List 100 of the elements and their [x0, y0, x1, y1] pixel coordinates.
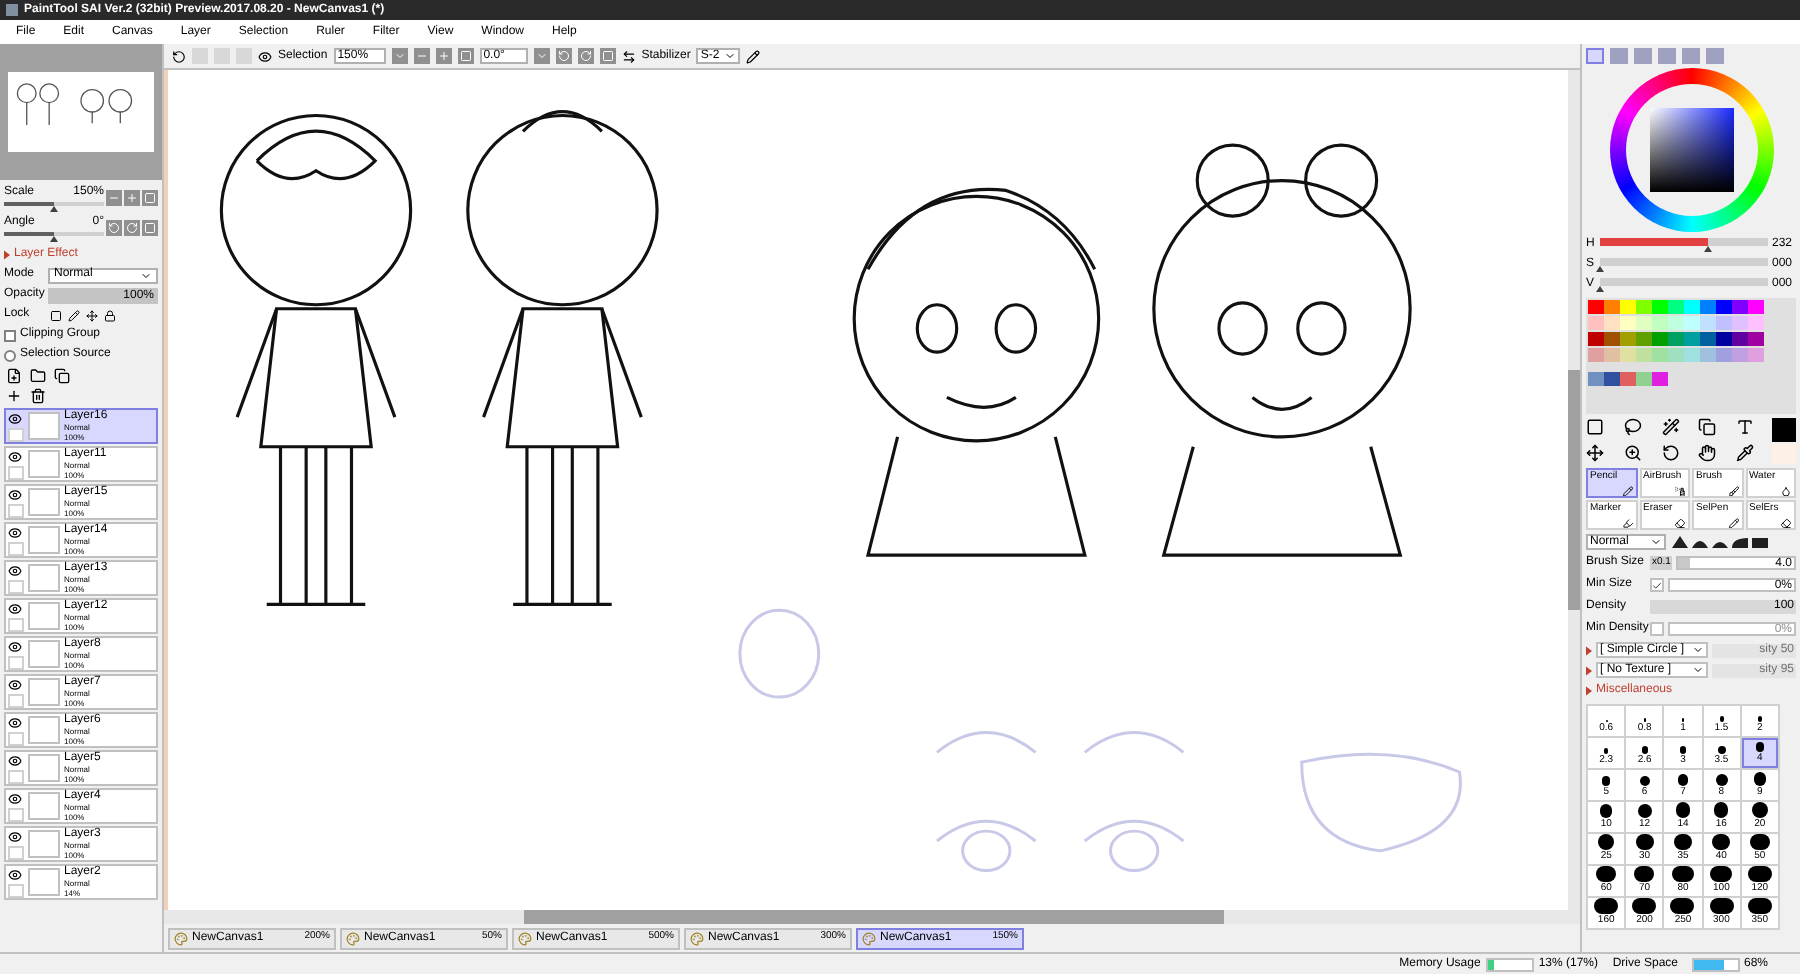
color-swatch[interactable]	[1652, 316, 1668, 330]
color-swatch[interactable]	[1636, 300, 1652, 314]
checkbox[interactable]	[1650, 578, 1664, 592]
slider-thumb[interactable]	[1596, 286, 1604, 292]
rectangle-select-icon[interactable]	[1586, 418, 1604, 436]
eye-icon[interactable]	[8, 753, 22, 767]
color-swatch[interactable]	[1748, 332, 1764, 346]
color-swatch[interactable]	[1652, 348, 1668, 362]
rotate-left-button[interactable]	[106, 220, 122, 236]
color-swatch[interactable]	[1684, 332, 1700, 346]
dropdown-button[interactable]	[391, 48, 408, 64]
canvas[interactable]	[164, 70, 1568, 910]
color-swatch[interactable]	[1700, 332, 1716, 346]
color-swatch[interactable]	[1732, 348, 1748, 362]
color-swatch[interactable]	[1684, 348, 1700, 362]
paint-toggle[interactable]	[8, 693, 24, 707]
brush-shape-icons[interactable]	[1670, 534, 1770, 550]
color-swatch[interactable]	[1620, 332, 1636, 346]
color-swatch[interactable]	[1748, 300, 1764, 314]
rotate-icon[interactable]	[1661, 444, 1680, 462]
color-swatch[interactable]	[1700, 300, 1716, 314]
eye-icon[interactable]	[8, 601, 22, 615]
rotate-right-button[interactable]	[124, 220, 140, 236]
paint-toggle[interactable]	[8, 883, 24, 897]
color-swatch[interactable]	[1588, 300, 1604, 314]
paint-toggle[interactable]	[8, 541, 24, 555]
color-swatch[interactable]	[1636, 316, 1652, 330]
color-swatch[interactable]	[1732, 316, 1748, 330]
eyedropper-icon[interactable]	[1736, 444, 1755, 462]
color-swatch[interactable]	[1700, 316, 1716, 330]
color-swatch[interactable]	[1668, 332, 1684, 346]
move-icon[interactable]	[1586, 444, 1604, 462]
color-swatch[interactable]	[1620, 372, 1636, 386]
copy-layer-icon[interactable]	[54, 368, 70, 384]
expand-arrow-icon[interactable]	[4, 250, 10, 260]
trash-icon[interactable]	[30, 388, 46, 404]
horizontal-scrollbar[interactable]	[164, 910, 1580, 924]
color-swatch[interactable]	[1652, 332, 1668, 346]
paint-toggle[interactable]	[8, 769, 24, 783]
color-swatch[interactable]	[1732, 332, 1748, 346]
zoom-out-button[interactable]	[413, 48, 430, 64]
magic-wand-icon[interactable]	[1661, 418, 1680, 436]
eye-icon[interactable]	[8, 791, 22, 805]
lock-paint-icon[interactable]	[68, 309, 80, 321]
checkbox[interactable]	[1650, 622, 1664, 636]
lock-move-icon[interactable]	[86, 309, 98, 321]
color-swatch[interactable]	[1620, 348, 1636, 362]
slider-thumb[interactable]	[1596, 266, 1604, 272]
color-swatch[interactable]	[1588, 372, 1604, 386]
paint-toggle[interactable]	[8, 617, 24, 631]
color-swatch[interactable]	[1620, 316, 1636, 330]
expand-arrow-icon[interactable]	[1586, 686, 1592, 696]
color-swatch[interactable]	[1716, 348, 1732, 362]
eye-icon[interactable]	[8, 677, 22, 691]
paint-toggle[interactable]	[8, 465, 24, 479]
color-swatch[interactable]	[1620, 300, 1636, 314]
color-swatch[interactable]	[1604, 316, 1620, 330]
flip-icon[interactable]	[621, 49, 636, 63]
secondary-color[interactable]	[1772, 444, 1796, 464]
new-folder-icon[interactable]	[30, 368, 46, 384]
color-swatch[interactable]	[1604, 348, 1620, 362]
density-fill[interactable]	[1650, 600, 1796, 614]
paint-toggle[interactable]	[8, 427, 24, 441]
dropdown-button[interactable]	[533, 48, 550, 64]
vertical-scrollbar[interactable]	[1568, 70, 1580, 910]
paint-toggle[interactable]	[8, 845, 24, 859]
new-layer-icon[interactable]	[6, 368, 22, 384]
eye-icon[interactable]	[8, 639, 22, 653]
eye-icon[interactable]	[8, 525, 22, 539]
undo-icon[interactable]	[172, 49, 186, 63]
brush-size-fill[interactable]	[1678, 558, 1691, 568]
paint-toggle[interactable]	[8, 731, 24, 745]
eye-icon[interactable]	[8, 411, 22, 425]
color-swatch[interactable]	[1588, 332, 1604, 346]
color-swatch[interactable]	[1668, 348, 1684, 362]
color-swatch[interactable]	[1636, 332, 1652, 346]
eye-icon[interactable]	[8, 867, 22, 881]
lock-transparency-icon[interactable]	[50, 309, 62, 321]
eye-icon[interactable]	[258, 49, 272, 63]
copy-icon[interactable]	[1698, 418, 1717, 436]
color-swatch[interactable]	[1652, 372, 1668, 386]
color-swatch[interactable]	[1636, 372, 1652, 386]
eye-icon[interactable]	[8, 487, 22, 501]
eye-icon[interactable]	[8, 715, 22, 729]
zoom-in-button[interactable]	[435, 48, 452, 64]
color-swatch[interactable]	[1604, 332, 1620, 346]
color-swatch[interactable]	[1684, 316, 1700, 330]
color-swatch[interactable]	[1636, 348, 1652, 362]
color-swatch[interactable]	[1748, 348, 1764, 362]
color-swatch[interactable]	[1668, 300, 1684, 314]
color-swatch[interactable]	[1748, 316, 1764, 330]
text-tool-icon[interactable]	[1736, 418, 1755, 436]
rotate-left-button[interactable]	[555, 48, 572, 64]
color-swatch[interactable]	[1652, 300, 1668, 314]
zoom-in-button[interactable]	[124, 190, 140, 206]
color-swatch[interactable]	[1716, 300, 1732, 314]
navigator-preview[interactable]	[0, 44, 162, 180]
color-swatch[interactable]	[1588, 348, 1604, 362]
checkbox[interactable]	[4, 329, 16, 341]
color-swatch[interactable]	[1716, 332, 1732, 346]
